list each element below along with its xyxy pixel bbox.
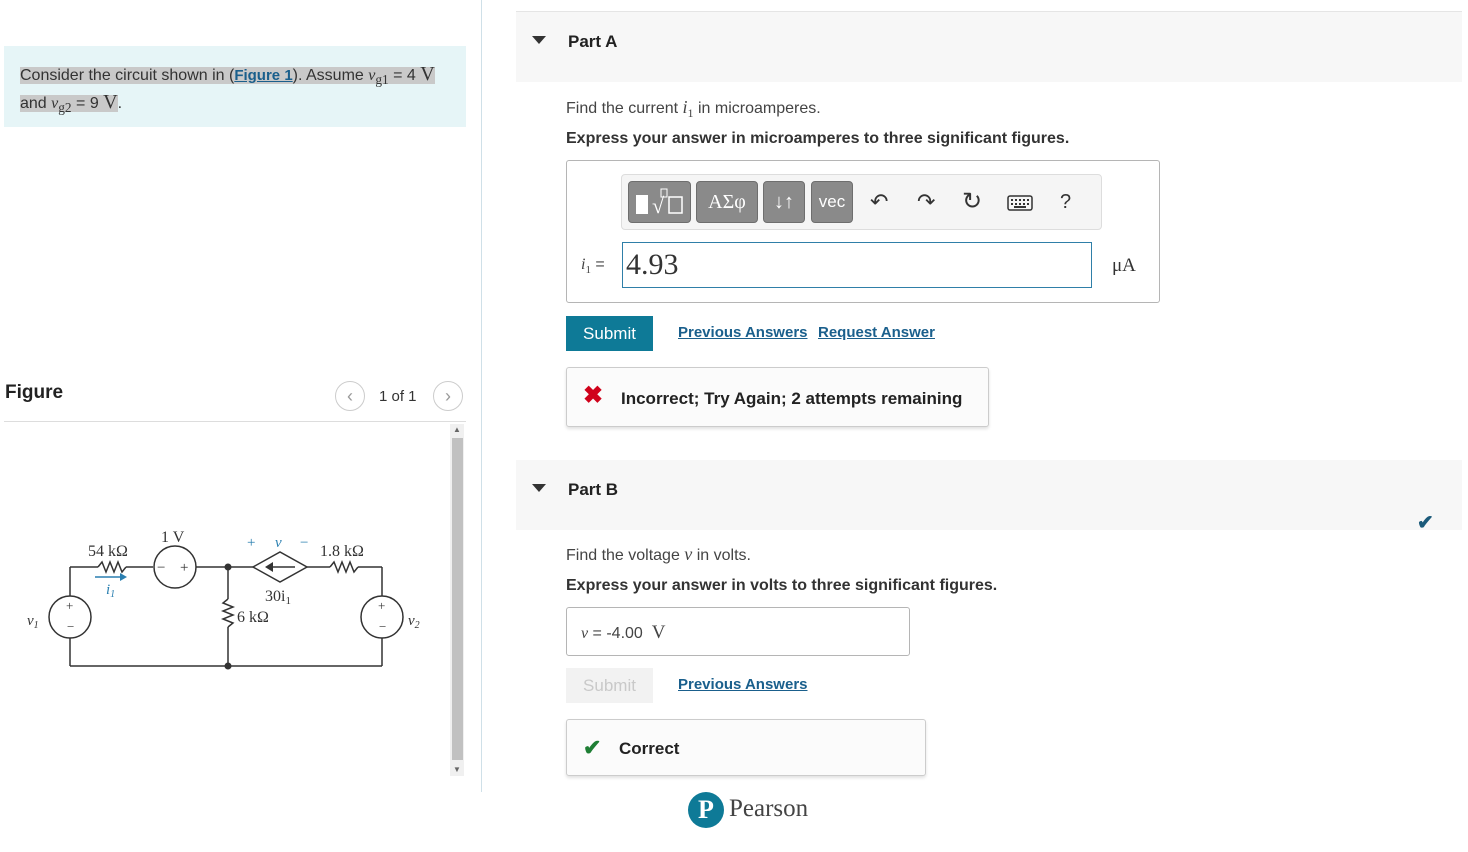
part-a-input-label: i1 = [581, 256, 605, 277]
v2-minus: − [379, 619, 386, 634]
caret-down-icon[interactable] [532, 484, 546, 492]
pearson-logo-icon: P [688, 792, 724, 828]
label-v1: v1 [27, 613, 39, 631]
v2-plus: + [378, 598, 385, 613]
part-a-answer-box: √ ΑΣφ ↓↑ vec ↶ ↷ ↻ ? i1 = 4.93 μA [566, 160, 1160, 303]
part-a-submit-button[interactable]: Submit [566, 316, 653, 351]
pane-divider [481, 0, 482, 792]
chevron-left-icon: ‹ [347, 385, 353, 406]
v1-plus: + [66, 598, 73, 613]
scroll-down-icon[interactable]: ▼ [450, 764, 464, 776]
figure-scrollbar[interactable]: ▲ ▼ [450, 424, 464, 776]
caret-down-icon[interactable] [532, 36, 546, 44]
label-v2: v2 [408, 613, 420, 631]
part-b-title: Part B [568, 480, 619, 499]
figure-prev-button[interactable]: ‹ [335, 381, 365, 411]
v1-minus: − [67, 619, 74, 634]
chevron-right-icon: › [445, 385, 451, 406]
label-r3: 6 kΩ [237, 609, 269, 626]
help-icon[interactable]: ? [1060, 191, 1071, 214]
part-a-instruction: Express your answer in microamperes to t… [566, 130, 1070, 147]
vec-button[interactable]: vec [811, 181, 853, 223]
keyboard-icon[interactable] [1007, 195, 1033, 216]
part-a-unit: μA [1112, 255, 1136, 276]
part-a-question: Find the current i1 in microamperes. [566, 97, 821, 121]
math-toolbar: √ ΑΣφ ↓↑ vec ↶ ↷ ↻ ? [621, 174, 1102, 230]
part-a-header[interactable]: Part A [516, 12, 1462, 82]
correct-check-icon: ✔ [583, 735, 602, 760]
label-v-plus: + [247, 535, 255, 551]
part-a-feedback-text: Incorrect; Try Again; 2 attempts remaini… [621, 389, 963, 408]
figure-title: Figure [5, 382, 64, 403]
problem-statement: Consider the circuit shown in (Figure 1)… [4, 46, 466, 127]
incorrect-x-icon: ✖ [583, 382, 604, 409]
part-b-answer-box: v = -4.00 V [566, 607, 910, 656]
label-r2: 1.8 kΩ [320, 543, 364, 560]
part-b-answer: v = -4.00 V [581, 622, 666, 643]
part-a-answer-input[interactable]: 4.93 [622, 242, 1092, 288]
part-b-instruction: Express your answer in volts to three si… [566, 577, 998, 594]
scroll-thumb[interactable] [452, 438, 463, 760]
label-dependent-source: 30i1 [265, 588, 291, 607]
label-v-minus: − [300, 535, 308, 551]
part-b-submit-button: Submit [566, 668, 653, 703]
label-vs: 1 V [161, 529, 185, 546]
undo-icon[interactable]: ↶ [870, 189, 888, 215]
label-r1: 54 kΩ [88, 543, 128, 560]
part-a-title: Part A [568, 32, 618, 51]
label-v: v [275, 535, 282, 551]
circuit-figure: 54 kΩ 1 V − + i1 + v − 1.8 kΩ 30i1 6 kΩ … [27, 529, 420, 670]
problem-text: Consider the circuit shown in (Figure 1)… [20, 63, 435, 116]
figure-header: Figure ‹ 1 of 1 › [4, 378, 466, 422]
part-b-feedback-text: Correct [619, 739, 680, 758]
figure-page-count: 1 of 1 [379, 388, 417, 405]
arrows-button[interactable]: ↓↑ [763, 181, 805, 223]
part-b-header[interactable]: Part B [516, 460, 1462, 530]
figure-link[interactable]: Figure 1 [234, 67, 292, 84]
scroll-up-icon[interactable]: ▲ [450, 424, 464, 436]
part-b-feedback: ✔ Correct [566, 719, 926, 776]
pearson-brand: Pearson [729, 795, 809, 822]
redo-icon[interactable]: ↷ [917, 189, 935, 215]
templates-icon: √ [635, 188, 683, 218]
vs-minus: − [157, 560, 165, 576]
label-i1: i1 [106, 582, 115, 600]
part-b-previous-answers-link[interactable]: Previous Answers [678, 676, 808, 693]
reset-icon[interactable]: ↻ [962, 187, 982, 216]
figure-next-button[interactable]: › [433, 381, 463, 411]
part-b-question: Find the voltage v in volts. [566, 544, 751, 564]
part-a-previous-answers-link[interactable]: Previous Answers [678, 324, 808, 341]
part-b-complete-check-icon: ✔ [1417, 512, 1434, 534]
templates-button[interactable]: √ [628, 181, 691, 223]
part-a-request-answer-link[interactable]: Request Answer [818, 324, 935, 341]
part-a-feedback: ✖ Incorrect; Try Again; 2 attempts remai… [566, 367, 989, 427]
vs-plus: + [180, 560, 188, 576]
greek-button[interactable]: ΑΣφ [696, 181, 758, 223]
